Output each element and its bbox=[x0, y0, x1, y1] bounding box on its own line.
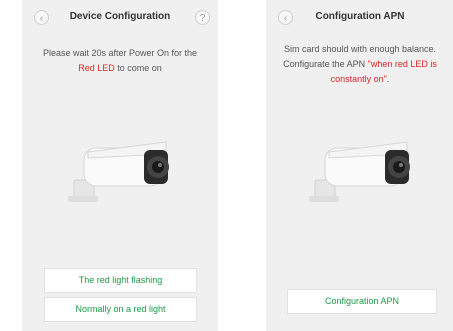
header: ‹ Device Configuration ? bbox=[22, 0, 218, 34]
help-icon: ? bbox=[199, 13, 206, 24]
page-title: Configuration APN bbox=[315, 11, 405, 22]
instruction-text: Sim card should with enough balance. Con… bbox=[272, 42, 448, 87]
instruction-line-1: Sim card should with enough balance. bbox=[283, 44, 437, 54]
configuration-apn-screen: ‹ Configuration APN Sim card should with… bbox=[266, 0, 453, 331]
red-led-condition: "when red LED is bbox=[367, 59, 437, 69]
instruction-line-2: Configurate the APN "when red LED is bbox=[272, 57, 448, 72]
instruction-line-1: Please wait 20s after Power On for the bbox=[42, 48, 198, 58]
instruction-line-2: Red LED to come on bbox=[28, 61, 212, 76]
instruction-apn: Configurate the APN bbox=[283, 59, 368, 69]
normally-on-red-light-button[interactable]: Normally on a red light bbox=[44, 297, 197, 322]
device-configuration-screen: ‹ Device Configuration ? Please wait 20s… bbox=[22, 0, 218, 331]
page-title: Device Configuration bbox=[69, 11, 171, 22]
instruction-period: . bbox=[386, 74, 390, 84]
camera-image bbox=[309, 141, 410, 202]
red-light-flashing-button[interactable]: The red light flashing bbox=[44, 268, 197, 293]
help-button[interactable]: ? bbox=[195, 10, 210, 25]
instruction-line-3: constantly on". bbox=[272, 72, 448, 87]
camera-image bbox=[68, 141, 169, 202]
red-led-condition-end: constantly on" bbox=[330, 74, 387, 84]
instruction-text: Please wait 20s after Power On for the R… bbox=[28, 46, 212, 76]
instruction-tail: to come on bbox=[114, 63, 162, 73]
header: ‹ Configuration APN bbox=[266, 0, 453, 34]
red-led-text: Red LED bbox=[78, 63, 115, 73]
configuration-apn-button[interactable]: Configuration APN bbox=[287, 289, 437, 314]
